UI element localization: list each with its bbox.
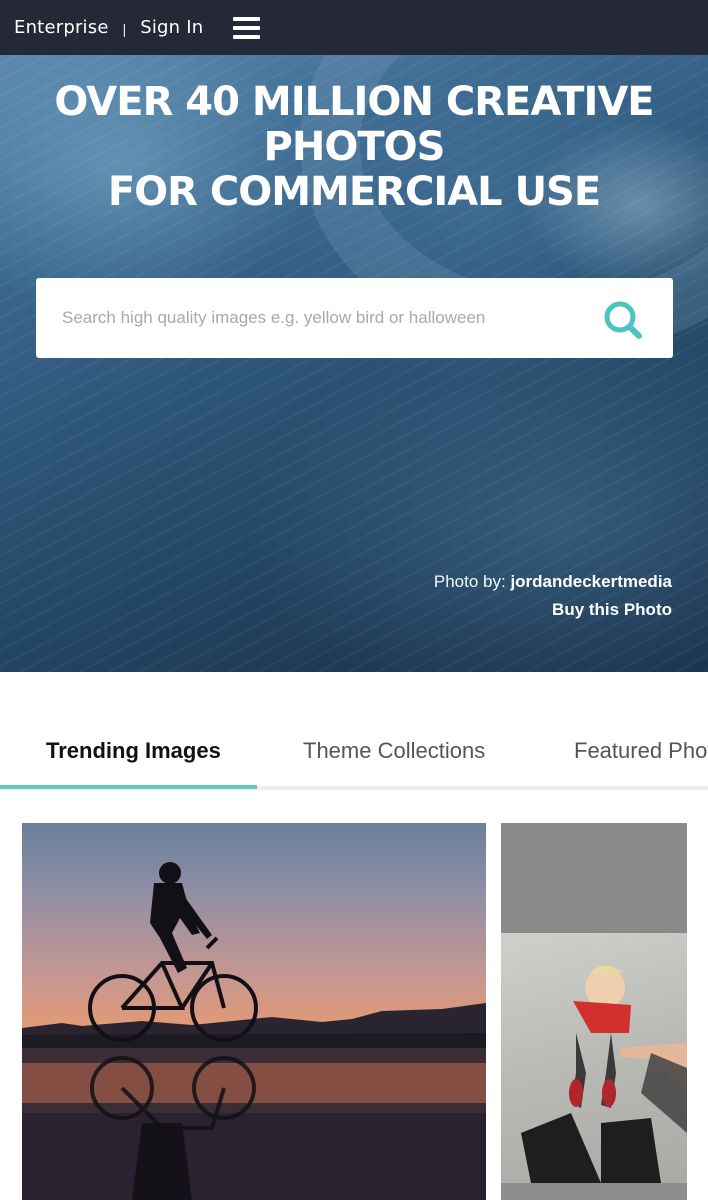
cyclist-silhouette-image bbox=[22, 862, 486, 1200]
photographer-link[interactable]: jordandeckertmedia bbox=[510, 572, 672, 591]
image-card-child-hand[interactable] bbox=[501, 823, 687, 1200]
search-box bbox=[36, 278, 673, 358]
hero-title-line: OVER 40 MILLION CREATIVE bbox=[54, 79, 654, 125]
hero-banner: OVER 40 MILLION CREATIVE PHOTOS FOR COMM… bbox=[0, 55, 708, 672]
sign-in-link[interactable]: Sign In bbox=[140, 17, 203, 38]
search-icon[interactable] bbox=[601, 298, 645, 342]
gallery-tabs: Trending Images Theme Collections Featur… bbox=[0, 724, 708, 790]
active-tab-indicator bbox=[0, 785, 257, 789]
buy-photo-link[interactable]: Buy this Photo bbox=[434, 596, 672, 624]
nav-separator: | bbox=[122, 20, 127, 37]
enterprise-link[interactable]: Enterprise bbox=[14, 17, 109, 38]
hamburger-menu-icon[interactable] bbox=[233, 16, 261, 39]
top-nav: Enterprise | Sign In bbox=[0, 0, 708, 55]
photo-credit-prefix: Photo by: bbox=[433, 572, 511, 591]
tab-theme-collections[interactable]: Theme Collections bbox=[303, 738, 485, 764]
image-card-cyclist-sunset[interactable] bbox=[22, 823, 486, 1200]
hero-title-line: PHOTOS bbox=[263, 124, 446, 170]
child-photo-image bbox=[501, 933, 687, 1183]
hero-title: OVER 40 MILLION CREATIVE PHOTOS FOR COMM… bbox=[0, 80, 708, 215]
hero-title-line: FOR COMMERCIAL USE bbox=[107, 169, 601, 215]
tab-featured-photographers[interactable]: Featured Photographers bbox=[574, 738, 708, 764]
tab-trending-images[interactable]: Trending Images bbox=[46, 738, 221, 764]
photo-credit: Photo by: jordandeckertmedia Buy this Ph… bbox=[434, 568, 672, 624]
search-input[interactable] bbox=[62, 308, 582, 328]
